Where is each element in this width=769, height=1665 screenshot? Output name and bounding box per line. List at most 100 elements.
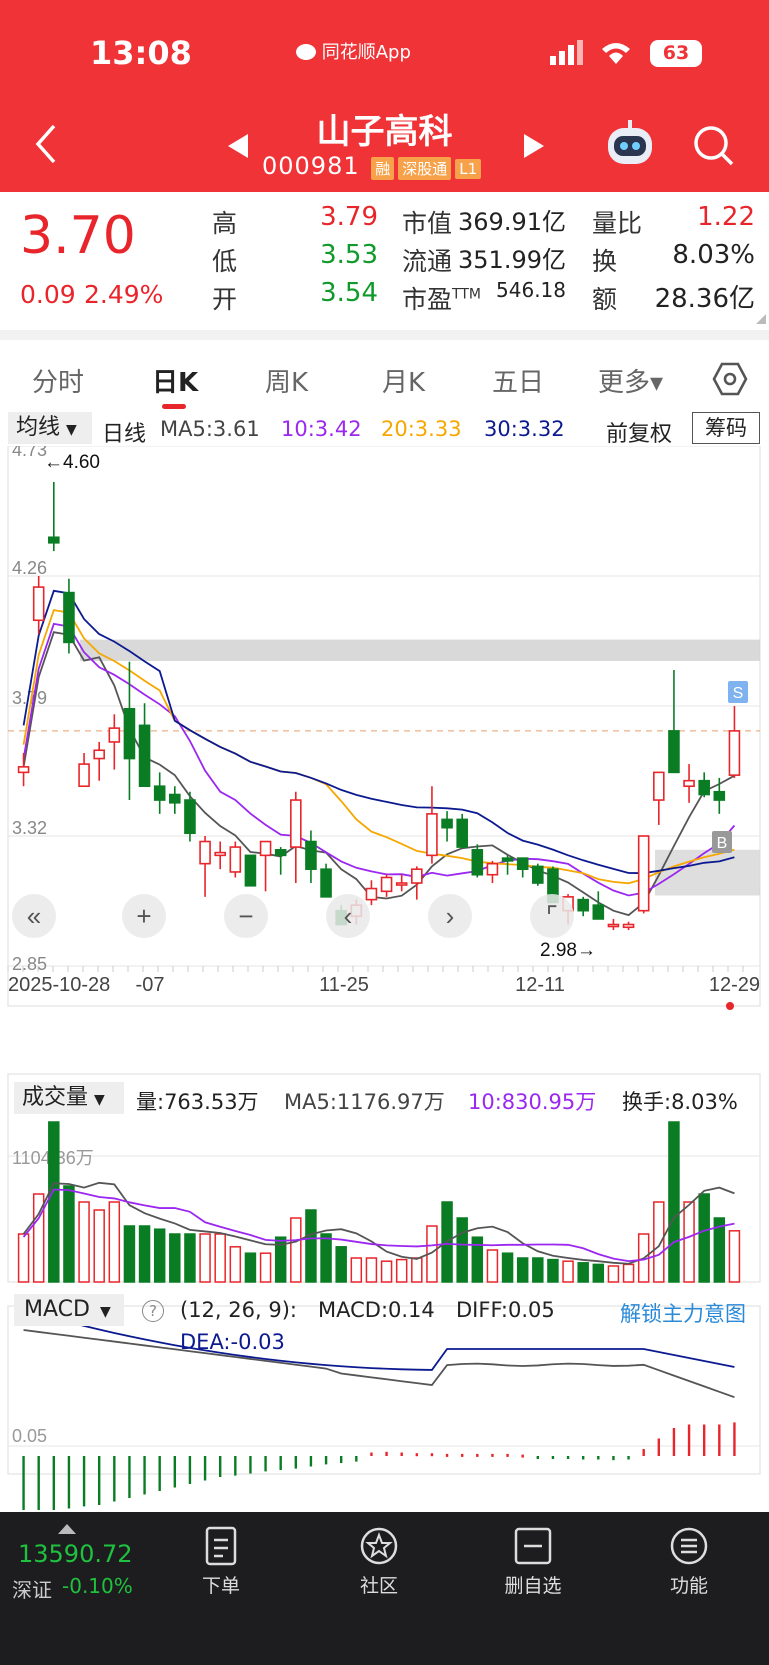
- candle[interactable]: [123, 707, 136, 760]
- volume-bar[interactable]: [17, 1233, 30, 1283]
- candle[interactable]: [516, 857, 529, 870]
- tab-0[interactable]: 分时: [32, 362, 84, 399]
- volume-bar[interactable]: [728, 1230, 741, 1283]
- candle[interactable]: [728, 730, 741, 776]
- volume-bar[interactable]: [577, 1262, 589, 1283]
- volume-bar[interactable]: [607, 1265, 620, 1283]
- candle[interactable]: [441, 818, 453, 829]
- volume-bar[interactable]: [244, 1252, 257, 1283]
- expand-corner-icon[interactable]: [756, 314, 766, 324]
- candle[interactable]: [592, 904, 605, 920]
- candle[interactable]: [395, 882, 408, 886]
- search-icon[interactable]: [692, 124, 736, 168]
- macd-select-dropdown[interactable]: MACD ▼: [14, 1294, 124, 1326]
- volume-bar[interactable]: [78, 1201, 90, 1283]
- volume-bar[interactable]: [320, 1233, 332, 1283]
- volume-bar[interactable]: [48, 1121, 60, 1283]
- ma-select-dropdown[interactable]: 均线 ▼: [8, 412, 92, 444]
- candle[interactable]: [17, 766, 30, 774]
- candle[interactable]: [365, 887, 378, 901]
- candle[interactable]: [78, 763, 90, 788]
- volume-bar[interactable]: [259, 1252, 272, 1283]
- volume-bar[interactable]: [486, 1249, 499, 1283]
- volume-bar[interactable]: [456, 1217, 468, 1283]
- candle[interactable]: [138, 724, 151, 788]
- candle[interactable]: [274, 849, 287, 857]
- volume-bar[interactable]: [199, 1233, 211, 1283]
- candle[interactable]: [607, 923, 620, 928]
- candle[interactable]: [622, 923, 635, 929]
- candle[interactable]: [229, 846, 242, 873]
- robot-assistant-icon[interactable]: [604, 120, 656, 168]
- candle[interactable]: [411, 868, 423, 884]
- candle[interactable]: [501, 857, 514, 862]
- candle[interactable]: [713, 790, 726, 801]
- next-stock-icon[interactable]: [522, 132, 546, 160]
- volume-bar[interactable]: [63, 1185, 75, 1283]
- volume-bar[interactable]: [411, 1257, 423, 1283]
- candle[interactable]: [486, 862, 499, 876]
- volume-bar[interactable]: [698, 1193, 710, 1283]
- volume-bar[interactable]: [184, 1233, 196, 1283]
- candle[interactable]: [305, 840, 317, 870]
- candle[interactable]: [426, 813, 438, 857]
- volume-bar[interactable]: [214, 1233, 226, 1283]
- candle[interactable]: [93, 749, 105, 760]
- volume-bar[interactable]: [93, 1209, 105, 1283]
- volume-bar[interactable]: [395, 1258, 408, 1283]
- volume-bar[interactable]: [290, 1217, 302, 1283]
- candle[interactable]: [48, 536, 60, 544]
- volume-bar[interactable]: [335, 1246, 347, 1283]
- volume-bar[interactable]: [471, 1236, 484, 1283]
- candle[interactable]: [108, 727, 121, 743]
- volume-bar[interactable]: [123, 1225, 136, 1283]
- volume-bar[interactable]: [108, 1201, 121, 1283]
- candle[interactable]: [244, 854, 257, 887]
- volume-bar[interactable]: [153, 1228, 166, 1283]
- volume-bar[interactable]: [532, 1257, 544, 1283]
- volume-select-dropdown[interactable]: 成交量 ▼: [14, 1082, 124, 1114]
- volume-bar[interactable]: [169, 1233, 181, 1283]
- candle[interactable]: [668, 730, 680, 774]
- unlock-link[interactable]: 解锁主力意图: [620, 1298, 746, 1328]
- settings-hex-icon[interactable]: [712, 362, 748, 396]
- tab-4[interactable]: 五日: [492, 362, 544, 399]
- nav-function-button[interactable]: 功能: [644, 1526, 734, 1598]
- adjust-type[interactable]: 前复权: [606, 416, 672, 448]
- volume-bar[interactable]: [516, 1257, 529, 1283]
- volume-bar[interactable]: [138, 1225, 151, 1283]
- candle[interactable]: [153, 785, 166, 801]
- candle[interactable]: [290, 799, 302, 848]
- volume-bar[interactable]: [562, 1260, 574, 1283]
- chip-button[interactable]: 筹码: [692, 412, 760, 444]
- candle[interactable]: [698, 779, 710, 796]
- index-value[interactable]: 13590.72: [18, 1540, 133, 1568]
- nav-community-button[interactable]: 社区: [334, 1526, 424, 1598]
- volume-bar[interactable]: [653, 1201, 665, 1283]
- volume-bar[interactable]: [547, 1258, 559, 1283]
- candle[interactable]: [637, 835, 650, 912]
- candle[interactable]: [199, 840, 211, 865]
- kline-chart[interactable]: 4.734.263.793.322.85←4.602.98→SB« + − ‹ › ⌜20…: [0, 446, 769, 1510]
- volume-bar[interactable]: [380, 1260, 393, 1283]
- candle[interactable]: [259, 840, 272, 857]
- volume-bar[interactable]: [622, 1263, 635, 1283]
- candle[interactable]: [532, 865, 544, 884]
- volume-bar[interactable]: [501, 1252, 514, 1283]
- nav-remove-watch-button[interactable]: 删自选: [488, 1526, 578, 1598]
- tab-1[interactable]: 日K: [152, 362, 198, 399]
- volume-bar[interactable]: [365, 1257, 378, 1283]
- volume-bar[interactable]: [668, 1121, 680, 1283]
- candle[interactable]: [653, 771, 665, 801]
- nav-order-button[interactable]: 下单: [176, 1526, 266, 1598]
- volume-bar[interactable]: [305, 1209, 317, 1283]
- candle[interactable]: [320, 868, 332, 898]
- candle[interactable]: [184, 799, 196, 835]
- candle[interactable]: [32, 586, 45, 622]
- candle[interactable]: [471, 849, 484, 876]
- candle[interactable]: [456, 818, 468, 848]
- volume-bar[interactable]: [592, 1263, 605, 1283]
- tab-5[interactable]: 更多▾: [598, 362, 663, 399]
- candle[interactable]: [214, 851, 226, 857]
- volume-bar[interactable]: [683, 1201, 695, 1283]
